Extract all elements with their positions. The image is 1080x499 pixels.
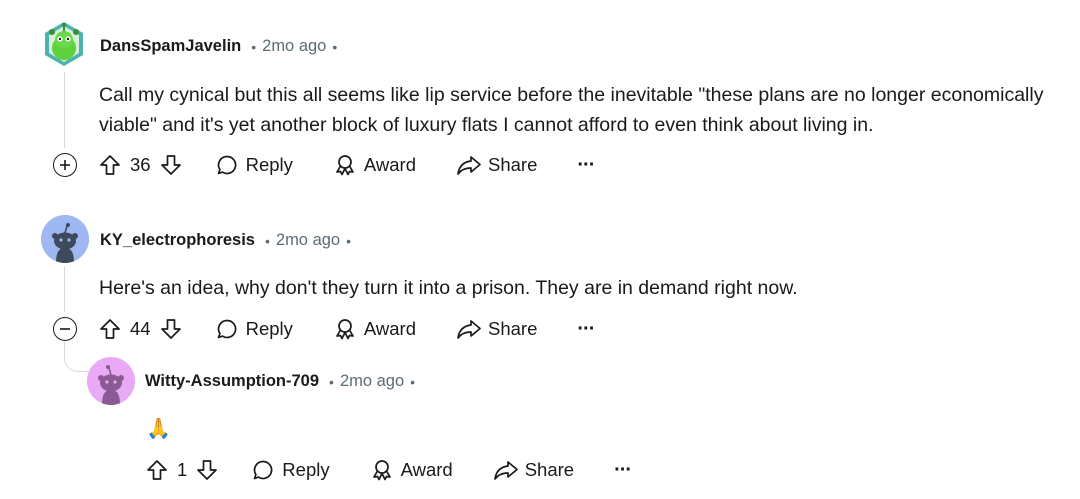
vote-count: 44 (130, 318, 151, 339)
thread-line-2 (64, 266, 65, 312)
downvote-button[interactable] (159, 153, 183, 177)
comment-body: 🙏 (146, 414, 171, 444)
award-icon (336, 155, 354, 176)
thread-connector (64, 342, 92, 372)
reply-button[interactable]: Reply (251, 458, 330, 482)
reply-button[interactable]: Reply (215, 317, 293, 341)
snoo-green-icon (45, 22, 83, 66)
author-name[interactable]: KY_electrophoresis (100, 231, 255, 250)
upvote-button[interactable] (145, 458, 169, 482)
action-bar: 44 Reply Award Share ··· (98, 313, 595, 345)
action-bar: 36 Reply Award Share ··· (98, 149, 595, 181)
separator-dot: • (329, 373, 334, 390)
downvote-arrow-icon (197, 460, 218, 480)
timestamp[interactable]: 2mo ago (262, 37, 326, 56)
separator-dot: • (346, 232, 352, 249)
avatar[interactable] (87, 357, 135, 405)
action-bar: 1 Reply Award Share ··· (145, 454, 632, 486)
more-options-button[interactable]: ··· (577, 154, 595, 177)
share-button[interactable]: Share (456, 153, 537, 177)
award-button[interactable]: Award (370, 458, 453, 482)
comment-meta: DansSpamJavelin • 2mo ago • (100, 37, 337, 56)
upvote-arrow-icon (147, 460, 167, 480)
downvote-button[interactable] (195, 458, 219, 482)
reply-label: Reply (245, 318, 293, 339)
separator-dot: • (332, 38, 338, 55)
share-arrow-icon (457, 156, 481, 175)
comment-body: Call my cynical but this all seems like … (99, 80, 1043, 140)
upvote-button[interactable] (98, 153, 122, 177)
praying-hands-emoji: 🙏 (146, 418, 171, 440)
plus-icon (60, 160, 70, 170)
chat-bubble-icon (217, 155, 236, 175)
share-arrow-icon (493, 461, 518, 480)
upvote-button[interactable] (98, 317, 122, 341)
thread-line-1 (64, 72, 65, 148)
reply-label: Reply (245, 154, 293, 175)
more-options-button[interactable]: ··· (614, 459, 632, 482)
downvote-button[interactable] (159, 317, 183, 341)
comment-line: Here's an idea, why don't they turn it i… (99, 277, 798, 299)
downvote-arrow-icon (160, 319, 181, 339)
upvote-arrow-icon (100, 155, 120, 175)
separator-dot: • (410, 373, 416, 390)
comment-meta: KY_electrophoresis • 2mo ago • (100, 231, 351, 250)
comment-meta: Witty-Assumption-709 • 2mo ago • (145, 372, 415, 391)
award-button[interactable]: Award (333, 317, 416, 341)
timestamp[interactable]: 2mo ago (340, 372, 404, 391)
avatar[interactable] (41, 215, 89, 263)
downvote-arrow-icon (160, 155, 181, 175)
share-label: Share (488, 154, 538, 175)
upvote-arrow-icon (100, 319, 120, 339)
comment-body: Here's an idea, why don't they turn it i… (99, 273, 798, 303)
share-label: Share (488, 318, 538, 339)
collapse-button[interactable] (53, 317, 77, 341)
snoo-pink-icon (87, 357, 135, 405)
share-button[interactable]: Share (493, 458, 574, 482)
award-label: Award (363, 318, 416, 339)
minus-icon (60, 328, 70, 330)
share-arrow-icon (457, 320, 481, 339)
expand-button[interactable] (53, 153, 77, 177)
vote-count: 36 (130, 154, 151, 175)
award-label: Award (400, 459, 453, 480)
award-label: Award (363, 154, 416, 175)
chat-bubble-icon (217, 319, 236, 339)
avatar[interactable] (40, 20, 88, 68)
snoo-blue-icon (41, 215, 89, 263)
vote-count: 1 (177, 459, 188, 480)
share-button[interactable]: Share (456, 317, 537, 341)
reply-label: Reply (282, 459, 330, 480)
chat-bubble-icon (253, 460, 273, 480)
award-icon (336, 319, 354, 340)
timestamp[interactable]: 2mo ago (276, 231, 340, 250)
comment-line: viable" and it's yet another block of lu… (99, 114, 874, 136)
award-button[interactable]: Award (333, 153, 416, 177)
author-name[interactable]: Witty-Assumption-709 (145, 372, 319, 391)
comment-line: Call my cynical but this all seems like … (99, 84, 1044, 106)
share-label: Share (524, 459, 575, 480)
separator-dot: • (251, 38, 257, 55)
author-name[interactable]: DansSpamJavelin (100, 37, 241, 56)
reply-button[interactable]: Reply (215, 153, 293, 177)
more-options-button[interactable]: ··· (577, 318, 595, 341)
separator-dot: • (264, 232, 270, 249)
award-icon (372, 460, 391, 481)
